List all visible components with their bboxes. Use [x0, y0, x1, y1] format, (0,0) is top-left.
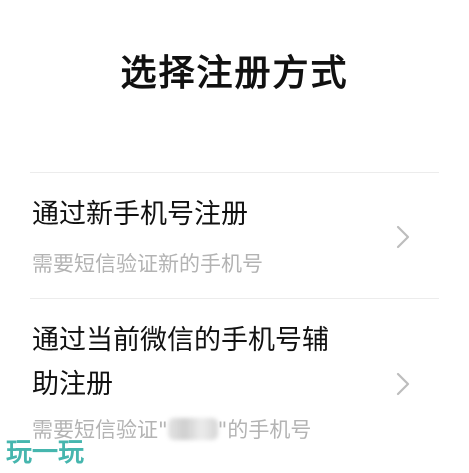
watermark-logo: 玩一玩	[6, 438, 84, 468]
chevron-right-icon	[396, 372, 410, 396]
page-title: 选择注册方式	[120, 53, 349, 94]
chevron-right-icon	[396, 225, 410, 249]
watermark-text: 玩一玩	[6, 438, 84, 468]
redacted-phone	[167, 418, 218, 440]
option-current-wechat-title-line2: 助注册	[32, 369, 113, 400]
option-new-phone[interactable]: 通过新手机号注册 需要短信验证新的手机号	[0, 173, 469, 298]
option-new-phone-title: 通过新手机号注册	[32, 199, 248, 230]
option-current-wechat-title-line1: 通过当前微信的手机号辅	[32, 325, 329, 356]
option-new-phone-description: 需要短信验证新的手机号	[32, 252, 263, 276]
description-suffix: "的手机号	[217, 418, 312, 442]
